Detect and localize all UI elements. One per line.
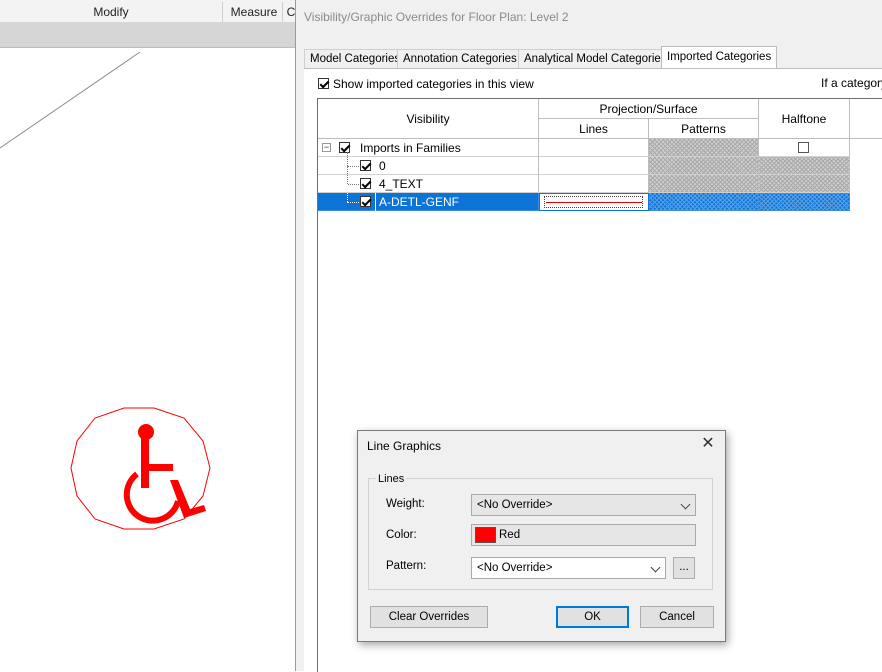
color-swatch <box>475 527 496 543</box>
col-header-halftone[interactable]: Halftone <box>759 99 850 139</box>
table-row-selected[interactable]: A-DETL-GENF <box>318 184 850 211</box>
line-override-preview <box>546 202 642 203</box>
ribbon-group-modify[interactable]: Modify <box>0 2 223 22</box>
tab-annotation-categories[interactable]: Annotation Categories <box>397 49 523 69</box>
col-header-lines[interactable]: Lines <box>539 119 649 139</box>
ribbon-group-measure[interactable]: Measure <box>226 2 283 22</box>
category-label: 0 <box>379 159 386 173</box>
line-graphics-dialog: Line Graphics ✕ Lines Weight: <No Overri… <box>357 430 726 642</box>
col-header-visibility[interactable]: Visibility <box>318 99 539 139</box>
patterns-cell <box>649 175 759 193</box>
halftone-cell <box>759 157 850 175</box>
visibility-checkbox[interactable] <box>360 178 371 189</box>
lines-override-cell[interactable] <box>539 193 649 211</box>
pattern-dropdown[interactable]: <No Override> <box>471 557 666 579</box>
show-imported-checkbox[interactable] <box>318 78 329 89</box>
tab-analytical-model-categories[interactable]: Analytical Model Categories <box>518 49 673 69</box>
lines-group-label: Lines <box>376 473 407 485</box>
visibility-cell: − Imports in Families <box>318 139 539 157</box>
patterns-cell <box>649 157 759 175</box>
table-row[interactable]: 4_TEXT <box>318 166 850 193</box>
visibility-cell: 4_TEXT <box>318 166 539 193</box>
table-row[interactable]: 0 <box>318 152 850 175</box>
color-label: Color: <box>386 529 417 541</box>
ribbon-group-label: Measure <box>230 5 278 19</box>
lines-override-cell[interactable] <box>539 175 649 193</box>
category-label: 4_TEXT <box>379 177 424 191</box>
drawing-line <box>0 51 141 149</box>
category-label: Imports in Families <box>360 141 461 155</box>
visibility-cell: 0 <box>318 152 539 175</box>
halftone-checkbox[interactable] <box>798 142 809 153</box>
patterns-cell <box>649 139 759 157</box>
collapse-icon[interactable]: − <box>322 143 331 152</box>
category-hint-text: If a category <box>821 76 882 90</box>
category-label: A-DETL-GENF <box>379 195 460 209</box>
weight-label: Weight: <box>386 498 425 510</box>
color-picker-button[interactable]: Red <box>471 524 696 546</box>
pattern-label: Pattern: <box>386 560 427 572</box>
visibility-cell: A-DETL-GENF <box>318 184 539 211</box>
tree-connector <box>347 202 359 203</box>
ribbon-group-label: Modify <box>93 5 129 19</box>
lines-override-cell[interactable] <box>539 139 649 157</box>
visibility-checkbox[interactable] <box>360 196 371 207</box>
halftone-cell <box>759 193 850 211</box>
tree-connector <box>347 152 348 166</box>
clear-overrides-button[interactable]: Clear Overrides <box>370 606 488 628</box>
tree-connector <box>347 184 348 202</box>
col-header-patterns[interactable]: Patterns <box>649 119 759 139</box>
pattern-browse-button[interactable]: ... <box>673 557 695 579</box>
col-header-projection-surface: Projection/Surface <box>539 99 759 119</box>
col-header-overflow <box>850 99 882 139</box>
weight-value: <No Override> <box>477 499 553 511</box>
cancel-button[interactable]: Cancel <box>640 606 714 628</box>
patterns-cell <box>649 193 759 211</box>
tree-connector <box>347 166 359 167</box>
chevron-down-icon <box>680 499 691 510</box>
dialog-title: Visibility/Graphic Overrides for Floor P… <box>304 10 569 24</box>
show-imported-label: Show imported categories in this view <box>333 77 534 91</box>
lines-override-cell[interactable] <box>539 157 649 175</box>
close-icon[interactable]: ✕ <box>699 435 717 453</box>
chevron-down-icon <box>650 562 661 573</box>
halftone-cell <box>759 175 850 193</box>
halftone-cell <box>759 139 850 157</box>
canvas-drawing <box>0 51 211 530</box>
color-value: Red <box>499 529 521 541</box>
pattern-value: <No Override> <box>477 562 553 574</box>
weight-dropdown[interactable]: <No Override> <box>471 494 696 516</box>
accessibility-symbol-icon[interactable] <box>70 407 211 530</box>
view-tab-strip <box>0 23 296 48</box>
tab-imported-categories[interactable]: Imported Categories <box>661 46 778 69</box>
dialog-title: Line Graphics <box>367 439 442 453</box>
drawing-canvas[interactable] <box>0 48 296 671</box>
tree-connector <box>347 166 348 184</box>
table-row[interactable]: − Imports in Families <box>318 139 850 157</box>
tree-connector <box>347 184 359 185</box>
visibility-checkbox[interactable] <box>339 142 350 153</box>
ribbon-panel-labels: Modify Measure C <box>0 0 300 23</box>
ok-button[interactable]: OK <box>556 606 629 628</box>
cell-divider <box>375 193 376 211</box>
tab-model-categories[interactable]: Model Categories <box>304 49 407 69</box>
visibility-checkbox[interactable] <box>360 160 371 171</box>
